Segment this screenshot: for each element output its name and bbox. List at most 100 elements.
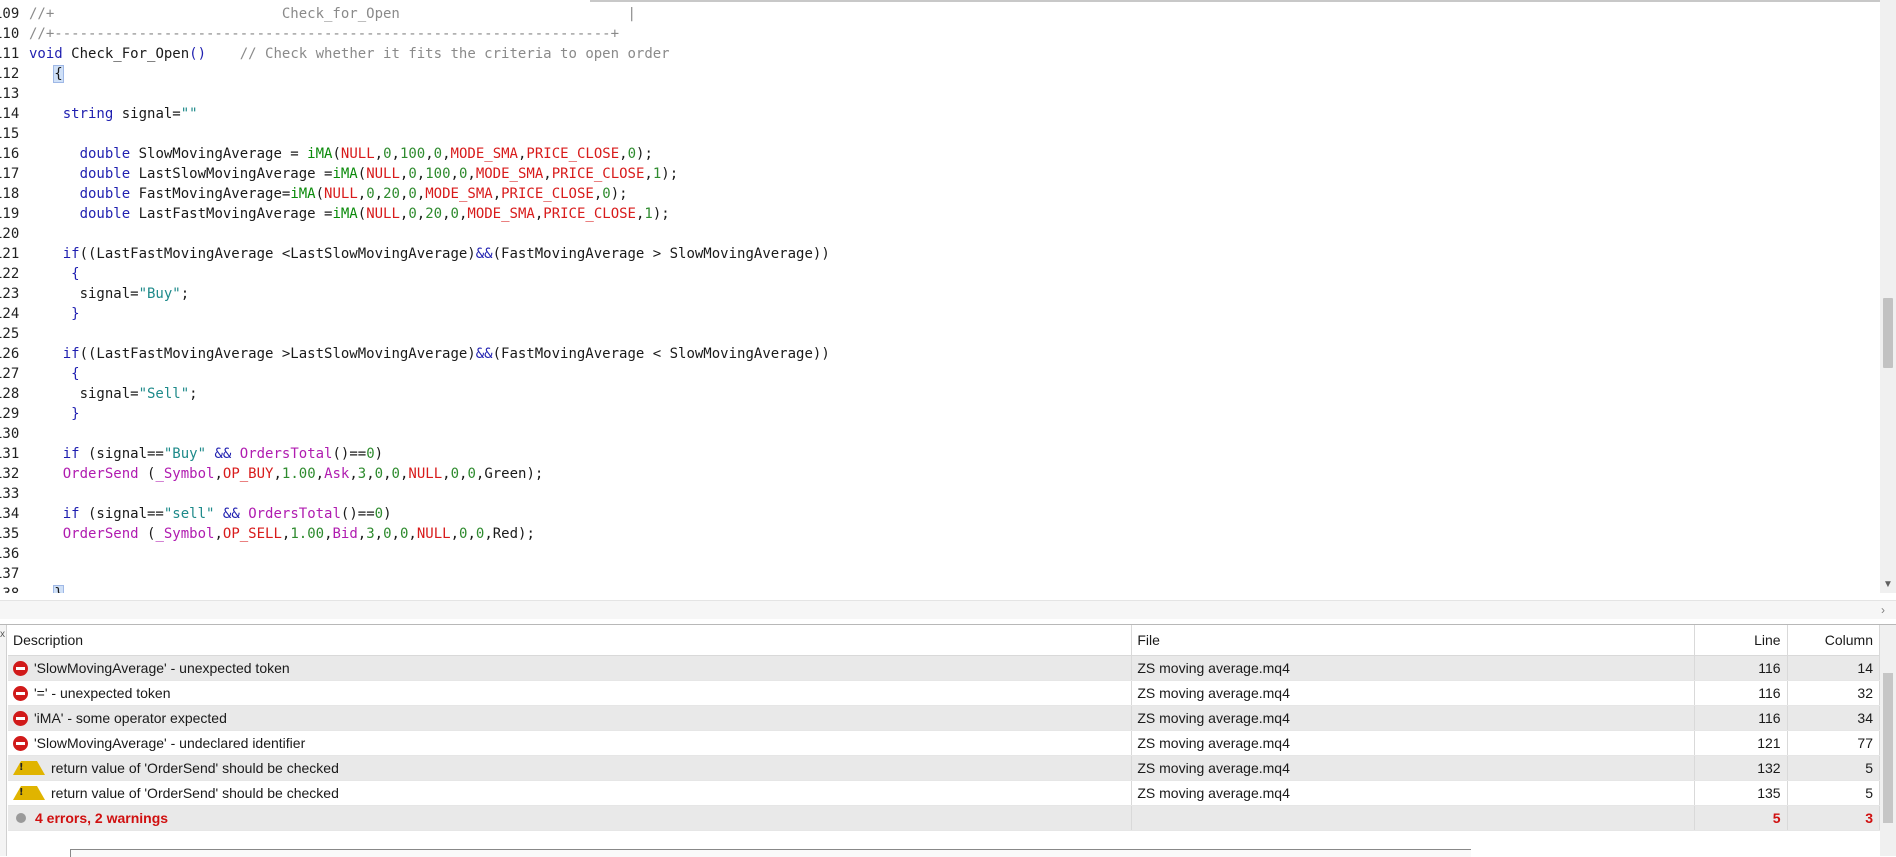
code-token: 20 xyxy=(425,206,443,222)
code-token: ()== xyxy=(332,446,367,462)
warning-row[interactable]: return value of 'OrderSend' should be ch… xyxy=(8,780,1881,806)
description-cell: 'SlowMovingAverage' - undeclared identif… xyxy=(8,730,1133,756)
line-number: 124 xyxy=(0,306,20,322)
code-token: , xyxy=(383,466,392,482)
column-header-line[interactable]: Line xyxy=(1694,625,1788,656)
code-token: ); xyxy=(636,146,653,162)
code-token: signal= xyxy=(29,386,139,402)
description-text: '=' - unexpected token xyxy=(34,685,171,701)
code-token: 0 xyxy=(383,146,392,162)
scroll-down-arrow-icon[interactable]: ▼ xyxy=(1880,577,1896,593)
warning-row[interactable]: return value of 'OrderSend' should be ch… xyxy=(8,755,1881,781)
code-token: , xyxy=(366,466,375,482)
line-number: 109 xyxy=(0,6,20,22)
warning-icon xyxy=(13,761,45,775)
code-token: void xyxy=(29,46,72,62)
code-token: if xyxy=(62,506,80,522)
code-token: , xyxy=(357,526,367,542)
code-token: ( xyxy=(138,526,156,542)
line-number: 138 xyxy=(0,584,24,593)
code-token: OrderSend xyxy=(62,466,139,482)
line-number: 113 xyxy=(0,86,20,102)
code-token: "" xyxy=(180,106,198,122)
code-token: , xyxy=(214,526,223,542)
code-token: 3 xyxy=(357,466,367,482)
code-token: , xyxy=(467,526,476,542)
code-token: LastFastMovingAverage = xyxy=(130,206,333,222)
column-header-column[interactable]: Column xyxy=(1787,625,1881,656)
error-list-scrollbar[interactable] xyxy=(1880,625,1896,856)
file-cell: ZS moving average.mq4 xyxy=(1131,730,1696,756)
error-row[interactable]: 'SlowMovingAverage' - undeclared identif… xyxy=(8,730,1881,756)
line-cell: 116 xyxy=(1694,705,1788,731)
error-row[interactable]: 'iMA' - some operator expected ZS moving … xyxy=(8,705,1881,731)
description-text: 'iMA' - some operator expected xyxy=(34,710,227,726)
error-list-scrollbar-thumb[interactable] xyxy=(1883,673,1893,823)
code-token: ( xyxy=(357,206,367,222)
close-icon[interactable]: x xyxy=(0,629,5,640)
toolbox-side-tab[interactable]: x xyxy=(0,625,7,856)
error-row[interactable]: 'SlowMovingAverage' - unexpected token ZS… xyxy=(8,655,1881,681)
column-header-file[interactable]: File xyxy=(1131,625,1696,656)
line-number: 110 xyxy=(0,26,20,42)
code-token: 0 xyxy=(383,526,392,542)
code-token: 0 xyxy=(433,146,443,162)
description-cell: 'SlowMovingAverage' - unexpected token xyxy=(8,655,1133,681)
code-token: FastMovingAverage= xyxy=(130,186,291,202)
file-cell: ZS moving average.mq4 xyxy=(1131,680,1696,706)
code-token: { xyxy=(71,266,80,282)
code-token: () xyxy=(189,46,207,62)
code-token: MODE_SMA xyxy=(450,146,518,162)
column-cell: 5 xyxy=(1787,780,1881,806)
scroll-right-arrow-icon[interactable]: › xyxy=(1876,601,1890,619)
summary-column-cell: 3 xyxy=(1787,805,1881,831)
code-token: iMA xyxy=(290,186,316,202)
code-token: Bid xyxy=(332,526,358,542)
code-token: 0 xyxy=(450,206,459,222)
editor-horizontal-scrollbar[interactable]: › xyxy=(0,600,1896,619)
code-token: , xyxy=(315,466,325,482)
code-token: , xyxy=(374,526,384,542)
code-editor[interactable]: 109 //+ Check_for_Open | 110 //+-----------… xyxy=(0,0,1880,593)
code-token: NULL xyxy=(324,186,358,202)
code-text: double LastFastMovingAverage =iMA(NULL,0… xyxy=(29,204,670,224)
code-token: { xyxy=(71,366,80,382)
code-token: , xyxy=(543,166,552,182)
code-token: , xyxy=(357,186,367,202)
file-cell: ZS moving average.mq4 xyxy=(1131,705,1696,731)
code-token: , xyxy=(214,466,223,482)
line-number: 123 xyxy=(0,286,20,302)
line-number: 117 xyxy=(0,166,20,182)
line-number: 115 xyxy=(0,126,20,142)
code-token: 3 xyxy=(366,526,375,542)
code-token: //+ Check_for_Open | xyxy=(29,6,636,22)
code-token: 0 xyxy=(374,506,384,522)
error-list-header: Description File Line Column xyxy=(8,625,1881,656)
code-token: 1.00 xyxy=(281,466,316,482)
code-text: string signal="" xyxy=(29,104,198,124)
editor-vertical-scrollbar[interactable]: ▼ xyxy=(1880,0,1896,593)
column-header-description[interactable]: Description xyxy=(8,625,1133,656)
error-row[interactable]: '=' - unexpected token ZS moving average.… xyxy=(8,680,1881,706)
code-token: MODE_SMA xyxy=(467,206,535,222)
code-token: , xyxy=(324,526,333,542)
code-token: } xyxy=(53,585,64,593)
code-token: } xyxy=(71,406,80,422)
code-token: Check_For_Open xyxy=(71,46,190,62)
line-number: 135 xyxy=(0,526,20,542)
code-token: signal= xyxy=(29,286,139,302)
code-token: , xyxy=(374,186,384,202)
code-text: } xyxy=(29,584,64,593)
code-token: , xyxy=(374,146,384,162)
code-token: ( xyxy=(138,466,156,482)
editor-scrollbar-thumb[interactable] xyxy=(1883,298,1893,368)
summary-row[interactable]: 4 errors, 2 warnings 5 3 xyxy=(8,805,1881,831)
code-token: , xyxy=(442,466,451,482)
code-token: , xyxy=(408,526,417,542)
code-token: NULL xyxy=(340,146,375,162)
